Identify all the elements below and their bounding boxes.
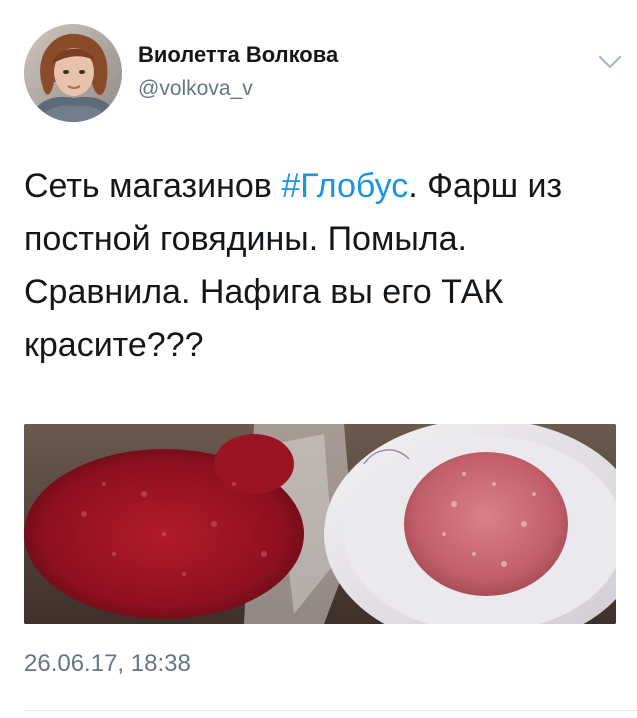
avatar-image <box>24 24 122 122</box>
tweet-photo[interactable] <box>24 424 616 624</box>
tweet-text: Сеть магазинов #Глобус. Фарш из постной … <box>24 160 624 372</box>
tweet: Виолетта Волкова @volkova_v Сеть магазин… <box>0 0 637 718</box>
display-name[interactable]: Виолетта Волкова <box>138 42 338 68</box>
tweet-header: Виолетта Волкова @volkova_v <box>24 24 624 124</box>
divider <box>24 710 637 711</box>
user-handle[interactable]: @volkova_v <box>138 77 253 101</box>
tweet-timestamp[interactable]: 26.06.17, 18:38 <box>24 650 191 678</box>
minced-meat-photo <box>24 424 616 624</box>
chevron-down-icon[interactable] <box>596 48 624 76</box>
tweet-text-before: Сеть магазинов <box>24 167 282 205</box>
hashtag-link[interactable]: #Глобус <box>281 167 408 205</box>
avatar[interactable] <box>24 24 122 122</box>
